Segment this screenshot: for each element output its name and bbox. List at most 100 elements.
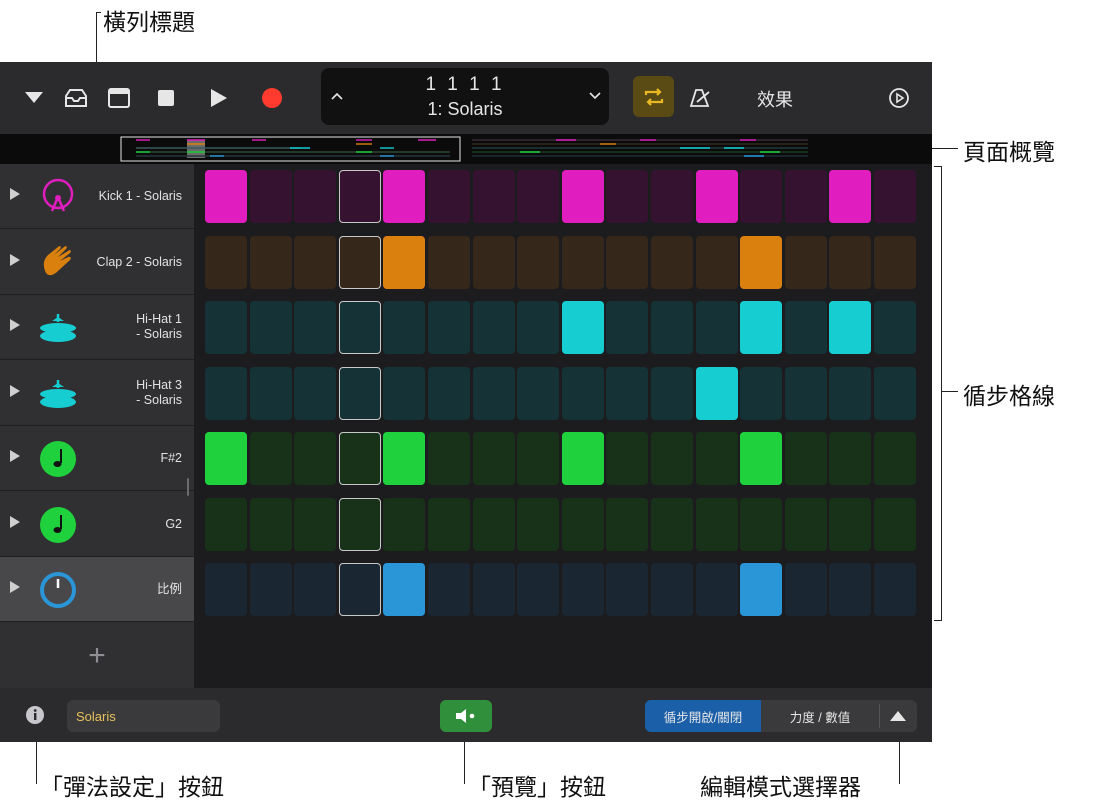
step-cell-off[interactable] [874,367,916,420]
lcd-down-chevron-icon[interactable] [583,84,607,108]
resize-handle[interactable] [187,478,189,496]
step-cell-off[interactable] [294,367,337,420]
step-cell-off[interactable] [606,236,649,289]
step-cell-off[interactable] [428,367,470,420]
step-cell-off[interactable] [383,367,426,420]
expand-up-icon[interactable] [881,704,915,728]
step-cell-off[interactable] [294,170,337,223]
step-cell-off[interactable] [249,432,292,485]
step-cell-off[interactable] [472,236,515,289]
browser-tray-icon[interactable] [62,84,90,112]
step-cell-off[interactable] [249,170,292,223]
step-cell-off[interactable] [829,432,872,485]
step-cell-off[interactable] [472,498,515,551]
step-cell-off[interactable] [651,367,693,420]
step-cell-off[interactable] [784,367,827,420]
step-cell-off[interactable] [561,236,604,289]
step-cell-off[interactable] [428,236,470,289]
tracks-view-icon[interactable] [105,84,133,112]
step-cell-off[interactable] [874,170,916,223]
mode-velocity-value[interactable]: 力度 / 數值 [761,700,879,732]
row-header[interactable]: Hi-Hat 3 - Solaris [0,361,194,426]
edit-mode-selector[interactable]: 循步開啟/關閉 力度 / 數值 [645,700,917,732]
step-cell-off[interactable] [205,367,247,420]
row-expand-icon[interactable] [10,450,20,462]
row-expand-icon[interactable] [10,254,20,266]
step-cell-off[interactable] [294,432,337,485]
step-cell-off[interactable] [205,563,247,616]
cycle-button[interactable] [633,76,674,117]
stop-button[interactable] [152,84,180,112]
step-cell-off[interactable] [517,367,560,420]
step-cell-on[interactable] [695,367,738,420]
metronome-icon[interactable] [686,84,714,112]
step-cell-off[interactable] [606,498,649,551]
step-cell-off[interactable] [338,563,381,616]
play-settings-info-icon[interactable] [24,704,46,726]
step-cell-on[interactable] [205,432,247,485]
row-header[interactable]: G2 [0,492,194,557]
step-cell-off[interactable] [740,367,783,420]
step-cell-off[interactable] [428,301,470,354]
page-overview[interactable] [0,134,932,164]
row-header[interactable]: Kick 1 - Solaris [0,164,194,229]
row-header[interactable]: Clap 2 - Solaris [0,230,194,295]
step-cell-off[interactable] [205,236,247,289]
step-cell-on[interactable] [829,170,872,223]
step-cell-off[interactable] [428,498,470,551]
step-cell-off[interactable] [294,236,337,289]
step-cell-off[interactable] [294,301,337,354]
record-button[interactable] [258,84,286,112]
step-cell-off[interactable] [874,432,916,485]
step-cell-off[interactable] [829,236,872,289]
step-cell-off[interactable] [695,301,738,354]
step-cell-on[interactable] [740,563,783,616]
step-cell-on[interactable] [829,301,872,354]
step-cell-off[interactable] [874,563,916,616]
step-cell-off[interactable] [249,367,292,420]
step-cell-off[interactable] [695,432,738,485]
row-expand-icon[interactable] [10,188,20,200]
step-cell-off[interactable] [829,563,872,616]
step-cell-off[interactable] [606,170,649,223]
step-cell-off[interactable] [561,367,604,420]
step-cell-off[interactable] [249,236,292,289]
step-cell-off[interactable] [561,498,604,551]
play-button[interactable] [205,84,233,112]
step-cell-off[interactable] [338,236,381,289]
preview-button[interactable] [440,700,492,732]
step-cell-off[interactable] [517,170,560,223]
step-cell-off[interactable] [651,236,693,289]
step-cell-off[interactable] [651,170,693,223]
row-expand-icon[interactable] [10,385,20,397]
step-cell-off[interactable] [651,301,693,354]
step-cell-off[interactable] [294,498,337,551]
step-cell-off[interactable] [695,498,738,551]
mode-step-on-off[interactable]: 循步開啟/關閉 [645,700,761,732]
step-cell-off[interactable] [338,498,381,551]
step-cell-off[interactable] [383,498,426,551]
step-cell-off[interactable] [651,498,693,551]
step-cell-on[interactable] [561,301,604,354]
settings-gear-icon[interactable] [885,84,913,112]
step-cell-off[interactable] [606,432,649,485]
step-cell-off[interactable] [517,563,560,616]
row-header[interactable]: Hi-Hat 1 - Solaris [0,295,194,360]
step-cell-off[interactable] [784,498,827,551]
step-cell-on[interactable] [695,170,738,223]
step-cell-off[interactable] [338,367,381,420]
step-cell-on[interactable] [740,301,783,354]
pattern-name-field[interactable]: Solaris [67,700,220,732]
effects-button[interactable]: 效果 [740,86,810,112]
step-cell-off[interactable] [383,301,426,354]
step-cell-on[interactable] [740,236,783,289]
step-cell-off[interactable] [651,432,693,485]
step-cell-off[interactable] [428,170,470,223]
step-cell-off[interactable] [472,563,515,616]
step-cell-off[interactable] [249,498,292,551]
step-cell-off[interactable] [561,563,604,616]
step-cell-on[interactable] [561,432,604,485]
row-expand-icon[interactable] [10,516,20,528]
step-cell-off[interactable] [784,170,827,223]
step-cell-on[interactable] [740,432,783,485]
